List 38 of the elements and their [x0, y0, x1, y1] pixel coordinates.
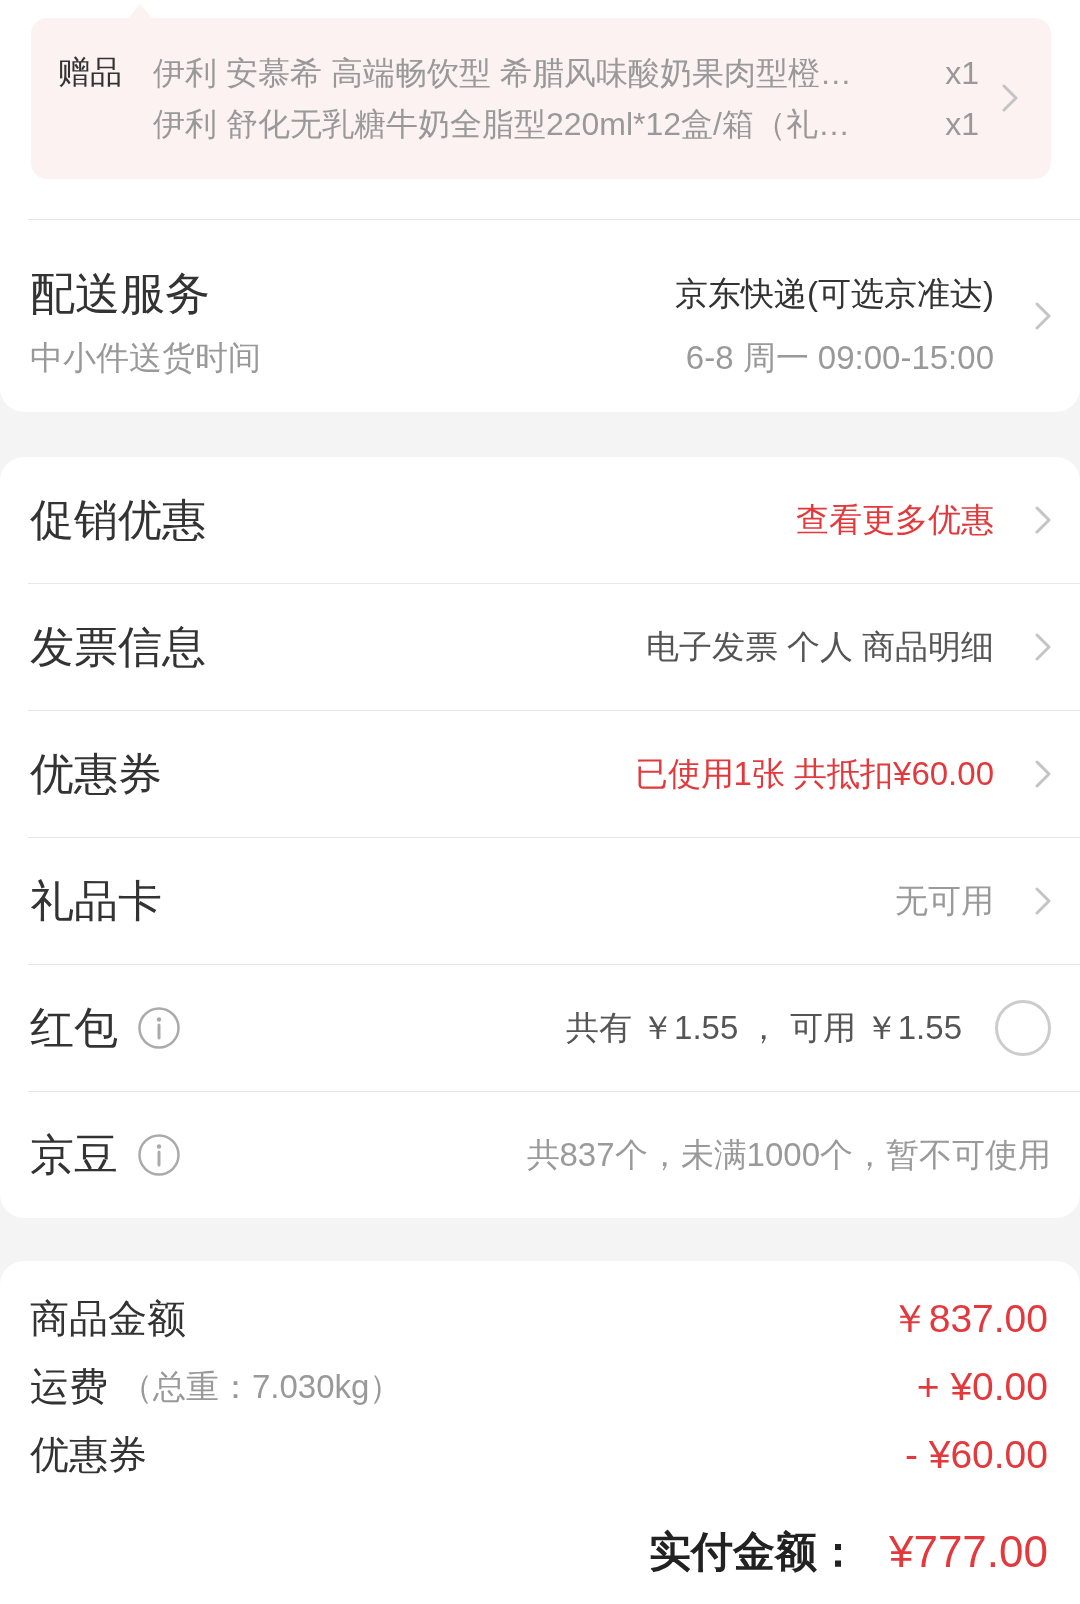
chevron-icon[interactable] — [1035, 302, 1051, 330]
chevron-icon[interactable] — [1035, 633, 1051, 661]
delivery-title: 配送服务 — [30, 266, 211, 321]
summary-amount: ￥837.00 — [889, 1296, 1048, 1342]
gift-quantity: x1 — [945, 104, 979, 144]
option-value: 共837个，未满1000个，暂不可使用 — [526, 1135, 1051, 1175]
option-label: 京豆 — [30, 1129, 118, 1181]
gift-label: 赠品 — [58, 53, 122, 92]
summary-note: （总重：7.030kg） — [120, 1367, 403, 1407]
chevron-icon[interactable] — [1035, 506, 1051, 534]
delivery-carrier: 京东快递(可选京准达) — [675, 273, 994, 314]
option-value: 查看更多优惠 — [796, 500, 994, 540]
info-icon[interactable] — [138, 1007, 180, 1049]
summary-label: 优惠券 — [30, 1432, 147, 1478]
option-label: 促销优惠 — [30, 494, 206, 546]
gift-item-name: 伊利 舒化无乳糖牛奶全脂型220ml*12盒/箱（礼… — [153, 104, 851, 144]
summary-label: 商品金额 — [30, 1296, 186, 1342]
option-value: 无可用 — [895, 881, 994, 921]
chevron-icon[interactable] — [1035, 760, 1051, 788]
total-amount: ¥777.00 — [888, 1526, 1048, 1578]
summary-amount: - ¥60.00 — [904, 1432, 1048, 1478]
option-value: 已使用1张 共抵扣¥60.00 — [634, 754, 994, 794]
option-label: 发票信息 — [30, 621, 206, 673]
summary-amount: + ¥0.00 — [916, 1364, 1048, 1410]
gift-panel[interactable]: 赠品 伊利 安慕希 高端畅饮型 希腊风味酸奶果肉型橙… x1 伊利 舒化无乳糖牛奶全脂型220ml*12盒/箱（礼… x1 — [31, 18, 1051, 179]
summary-label: 运费 — [30, 1364, 108, 1410]
delivery-time: 6-8 周一 09:00-15:00 — [685, 337, 994, 378]
gift-quantity: x1 — [945, 53, 979, 93]
total-label: 实付金额： — [648, 1527, 859, 1577]
option-label: 礼品卡 — [30, 875, 162, 927]
option-label: 优惠券 — [30, 748, 162, 800]
gift-item-name: 伊利 安慕希 高端畅饮型 希腊风味酸奶果肉型橙… — [153, 53, 853, 93]
option-label: 红包 — [30, 1002, 118, 1054]
option-value: 共有 ￥1.55 ， 可用 ￥1.55 — [565, 1008, 962, 1048]
delivery-subtitle: 中小件送货时间 — [30, 337, 261, 378]
option-value: 电子发票 个人 商品明细 — [645, 627, 994, 667]
chevron-icon[interactable] — [1002, 84, 1018, 112]
radio-button[interactable] — [995, 1000, 1051, 1056]
